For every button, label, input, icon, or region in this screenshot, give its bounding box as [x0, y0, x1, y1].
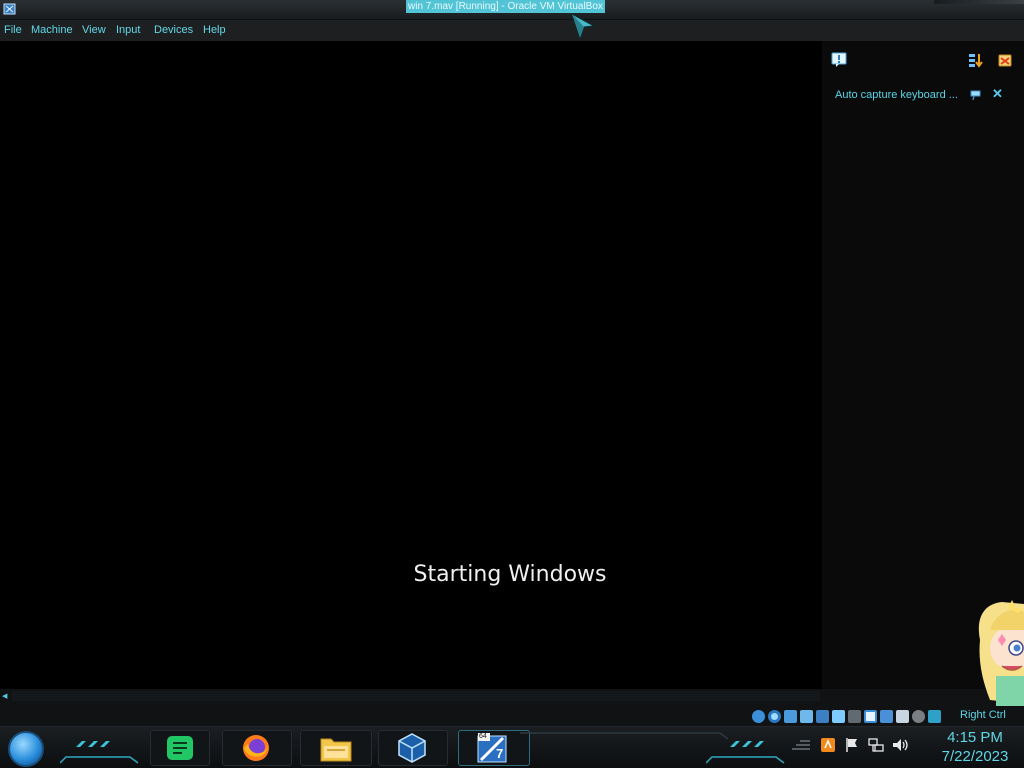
clear-notifications-icon[interactable]	[997, 52, 1013, 68]
system-tray	[790, 737, 910, 753]
hard-disk-icon[interactable]	[752, 709, 765, 723]
sort-notifications-icon[interactable]	[967, 52, 983, 68]
clock-date: 7/22/2023	[941, 748, 1009, 765]
optical-disc-icon[interactable]	[768, 709, 781, 723]
taskbar-virtualbox[interactable]	[392, 732, 432, 764]
volume-icon[interactable]	[892, 737, 910, 753]
menu-file[interactable]: File	[4, 24, 22, 36]
clock-time: 4:15 PM	[947, 729, 1003, 746]
host-key-indicator-icon[interactable]	[928, 709, 941, 723]
cpu-icon[interactable]	[880, 709, 893, 723]
vm-version-label: 7	[496, 746, 504, 761]
taskbar-chevron-decoration-right	[730, 741, 764, 747]
window-titlebar[interactable]: win 7.mav [Running] - Oracle VM VirtualB…	[0, 0, 1024, 20]
taskbar-file-explorer[interactable]	[316, 732, 356, 764]
flag-icon[interactable]	[844, 737, 860, 753]
notification-center: Auto capture keyboard ... ✕	[822, 41, 1024, 689]
network-tray-icon[interactable]	[868, 737, 884, 753]
taskbar: 64 7 4:15 PM 7/22/2023	[0, 726, 1024, 768]
menu-view[interactable]: View	[82, 24, 106, 36]
taskbar-clock[interactable]: 4:15 PM 7/22/2023	[930, 728, 1020, 766]
mouse-integration-icon[interactable]	[896, 709, 909, 723]
start-button[interactable]	[8, 731, 44, 767]
status-indicator-group	[752, 708, 941, 724]
app-orange-icon[interactable]	[820, 737, 836, 753]
network-icon[interactable]	[800, 709, 813, 723]
pin-icon[interactable]	[970, 89, 982, 101]
horizontal-scrollbar[interactable]	[12, 691, 820, 701]
taskbar-notes-app[interactable]	[160, 732, 200, 764]
notification-message: Auto capture keyboard ...	[835, 89, 958, 101]
audio-icon[interactable]	[784, 709, 797, 723]
menu-help[interactable]: Help	[203, 24, 226, 36]
menu-input[interactable]: Input	[116, 24, 140, 36]
scroll-left-icon[interactable]: ◀	[2, 692, 7, 700]
titlebar-corner-decoration	[934, 0, 1024, 4]
usb-icon[interactable]	[816, 709, 829, 723]
menu-machine[interactable]: Machine	[31, 24, 73, 36]
info-message-icon[interactable]	[831, 52, 847, 68]
cartoon-mascot-sticker	[978, 600, 1024, 706]
shared-folder-icon[interactable]	[832, 709, 845, 723]
keyboard-icon[interactable]	[912, 709, 925, 723]
virtualbox-icon[interactable]	[2, 1, 18, 17]
show-hidden-icon[interactable]	[790, 739, 812, 751]
taskbar-vm-win7[interactable]: 64 7	[472, 732, 512, 764]
virtualbox-icon	[398, 733, 426, 763]
recording-icon[interactable]	[864, 709, 877, 723]
close-icon[interactable]: ✕	[992, 86, 1003, 102]
folder-icon	[320, 738, 352, 762]
vm-display[interactable]	[0, 41, 822, 689]
vm-statusbar: ◀ Right Ctrl	[0, 689, 1024, 726]
taskbar-firefox[interactable]	[236, 732, 276, 764]
taskbar-chevron-decoration	[76, 741, 110, 747]
taskbar-line-decoration-right	[706, 756, 785, 764]
menu-devices[interactable]: Devices	[154, 24, 193, 36]
taskbar-center-line-decoration	[520, 732, 729, 740]
display-icon[interactable]	[848, 709, 861, 723]
mouse-cursor-icon	[571, 12, 596, 40]
firefox-icon	[243, 735, 269, 761]
vm-arch-badge: 64	[479, 733, 487, 740]
taskbar-line-decoration	[60, 756, 139, 764]
menubar: File Machine View Input Devices Help	[0, 20, 1024, 41]
chat-notes-icon	[167, 736, 193, 760]
